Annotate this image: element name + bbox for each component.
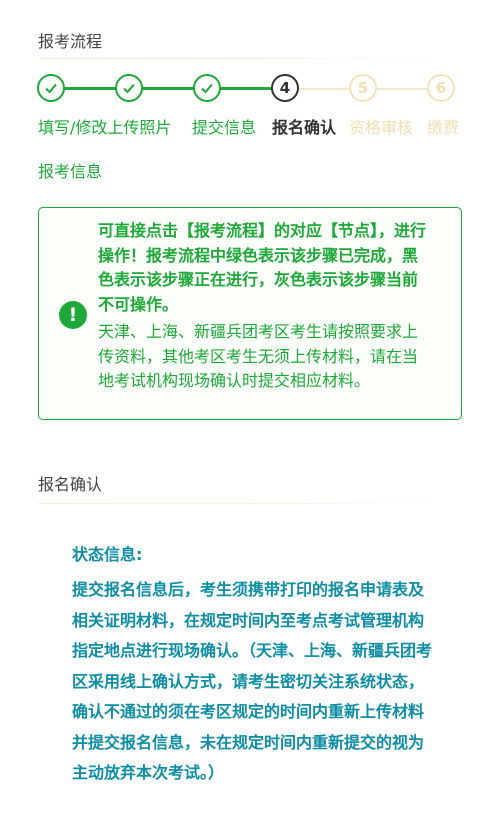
- status-text: 提交报名信息后，考生须携带打印的报名申请表及相关证明材料，在规定时间内至考点考试…: [72, 580, 433, 782]
- confirm-title: 报名确认: [38, 475, 103, 494]
- status-label: 状态信息:: [72, 545, 143, 564]
- process-title: 报考流程: [38, 32, 103, 51]
- step-connector: [298, 88, 350, 90]
- step-connector: [64, 87, 116, 90]
- notice-upload-note: 天津、上海、新疆兵团考区考生请按照要求上传资料，其他考区考生无须上传材料，请在当…: [98, 322, 419, 390]
- step-2-node[interactable]: [115, 74, 143, 102]
- check-icon: [201, 83, 213, 94]
- info-title: 报考信息: [38, 162, 103, 181]
- step-connector: [220, 87, 272, 90]
- notice-box: ! 可直接点击【报考流程】的对应【节点】，进行操作！报考流程中绿色表示该步骤已完…: [38, 207, 462, 420]
- step-6-label: 缴费: [427, 118, 460, 137]
- step-connector: [376, 88, 428, 90]
- process-steps: 4 5 6 填写/修改上传照片 提交信息 报名确认 资格审核 缴费: [0, 70, 500, 140]
- step-connector: [142, 87, 194, 90]
- confirm-divider: [38, 503, 462, 504]
- process-divider: [38, 58, 462, 59]
- step-4-label[interactable]: 报名确认: [272, 114, 336, 138]
- check-icon: [45, 83, 57, 94]
- check-icon: [123, 83, 135, 94]
- step-5-node: 5: [349, 74, 377, 102]
- step-6-node: 6: [427, 74, 455, 102]
- step-4-node[interactable]: 4: [271, 74, 299, 102]
- step-1-label[interactable]: 填写/修改上传照片: [38, 114, 171, 138]
- step-5-label: 资格审核: [349, 118, 414, 137]
- step-2-label[interactable]: 提交信息: [192, 114, 256, 138]
- step-1-node[interactable]: [37, 74, 65, 102]
- notice-instruction: 可直接点击【报考流程】的对应【节点】，进行操作！报考流程中绿色表示该步骤已完成，…: [98, 221, 427, 314]
- step-3-node[interactable]: [193, 74, 221, 102]
- exclamation-icon: !: [59, 301, 87, 329]
